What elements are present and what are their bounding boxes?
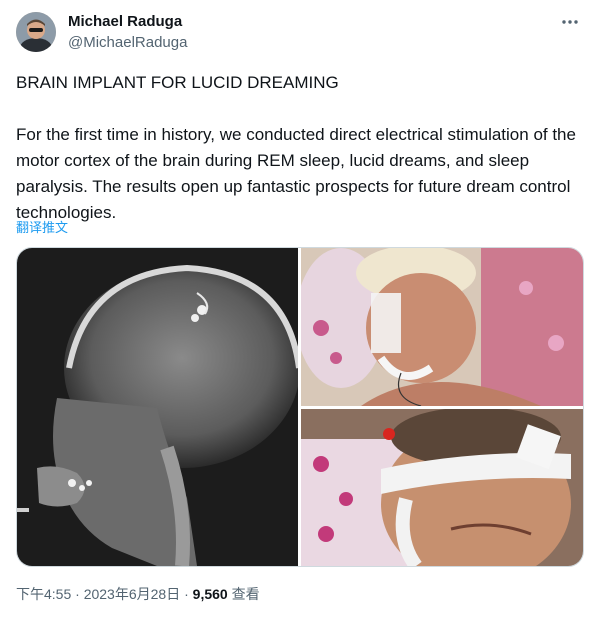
avatar-image <box>16 12 56 52</box>
meta-separator: · <box>75 586 80 602</box>
more-dots-icon <box>562 20 578 24</box>
tweet-time[interactable]: 下午4:55 <box>16 586 71 602</box>
author-handle[interactable]: @MichaelRaduga <box>68 34 187 51</box>
translate-tweet-link[interactable]: 翻译推文 <box>16 217 68 236</box>
tweet-date[interactable]: 2023年6月28日 <box>84 586 181 602</box>
tweet-meta: 下午4:55 · 2023年6月28日 · 9,560 查看 <box>16 584 260 604</box>
media-image-xray[interactable] <box>17 248 298 566</box>
tweet-card: Michael Raduga @MichaelRaduga BRAIN IMPL… <box>0 0 600 628</box>
media-image-electrodes-patient[interactable] <box>301 409 583 566</box>
tweet-text: BRAIN IMPLANT FOR LUCID DREAMING For the… <box>16 70 586 226</box>
media-image-sleeping-patient[interactable] <box>301 248 583 406</box>
tweet-body: For the first time in history, we conduc… <box>16 125 576 222</box>
views-label: 查看 <box>231 586 260 602</box>
more-options-button[interactable] <box>560 12 580 32</box>
avatar[interactable] <box>16 12 56 52</box>
media-grid <box>16 247 584 567</box>
tweet-title: BRAIN IMPLANT FOR LUCID DREAMING <box>16 73 339 92</box>
views-count: 9,560 <box>192 586 228 602</box>
author-display-name[interactable]: Michael Raduga <box>68 13 182 30</box>
meta-separator: · <box>184 586 189 602</box>
